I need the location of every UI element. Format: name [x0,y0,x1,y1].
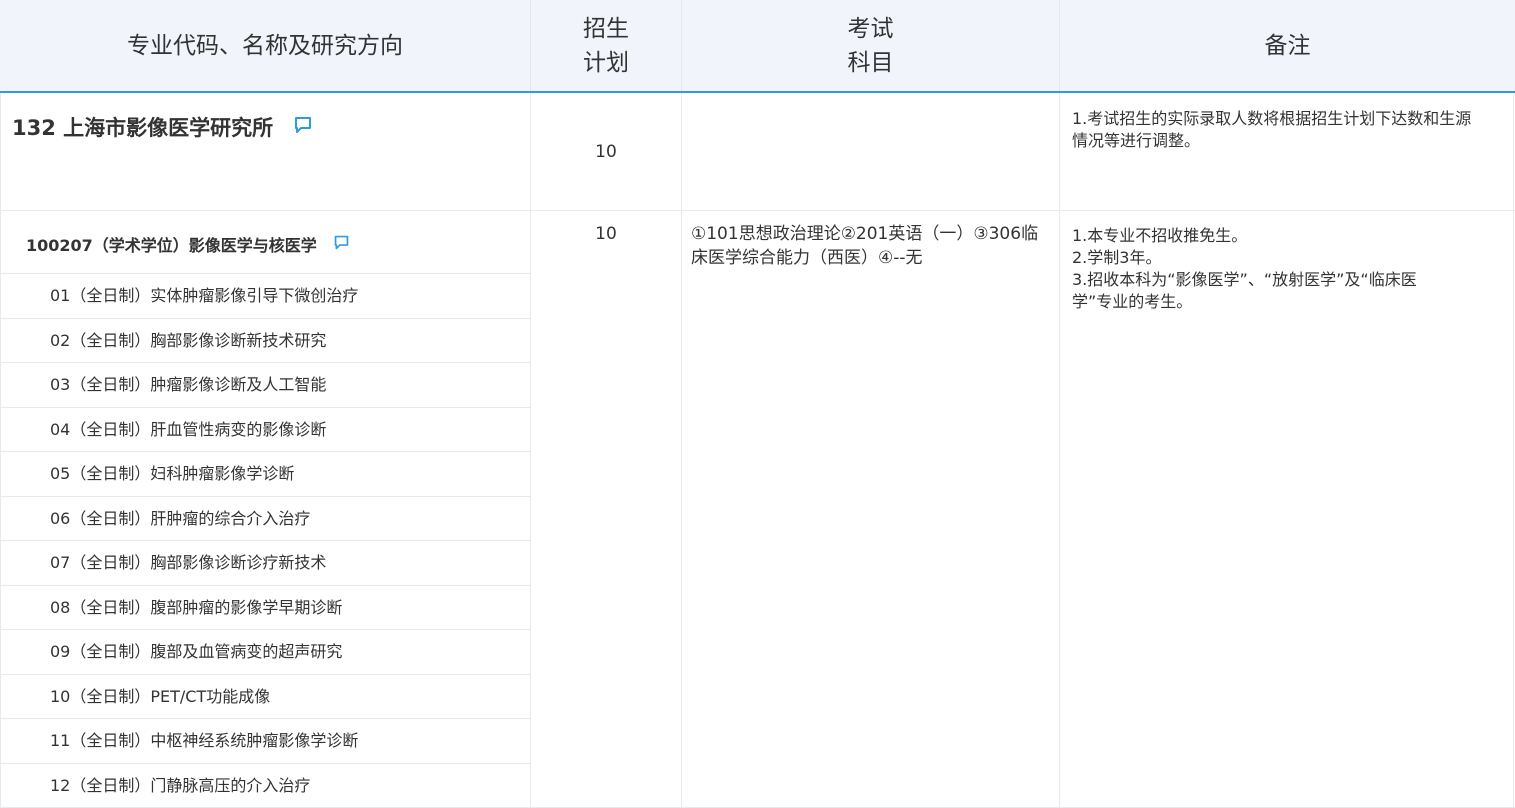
list-item: 03（全日制）肿瘤影像诊断及人工智能 [0,363,531,408]
list-item: 07（全日制）胸部影像诊断诊疗新技术 [0,541,531,586]
list-item: 08（全日制）腹部肿瘤的影像学早期诊断 [0,586,531,631]
list-item: 12（全日制）门静脉高压的介入治疗 [0,764,531,808]
list-item: 05（全日制）妇科肿瘤影像学诊断 [0,452,531,497]
column-divider [1059,93,1060,808]
list-item: 02（全日制）胸部影像诊断新技术研究 [0,319,531,364]
list-item: 06（全日制）肝肿瘤的综合介入治疗 [0,497,531,542]
header-exam: 考试 科目 [682,0,1060,91]
institute-name: 132 上海市影像医学研究所 [12,112,313,142]
major-remarks: 1.本专业不招收推免生。 2.学制3年。 3.招收本科为“影像医学”、“放射医学… [1072,225,1502,313]
direction-list: 01（全日制）实体肿瘤影像引导下微创治疗 02（全日制）胸部影像诊断新技术研究 … [0,274,531,808]
institute-remarks: 1.考试招生的实际录取人数将根据招生计划下达数和生源 情况等进行调整。 [1072,108,1502,152]
comment-icon[interactable] [333,234,350,255]
row-divider [0,210,1515,211]
header-major: 专业代码、名称及研究方向 [0,0,531,91]
list-item: 10（全日制）PET/CT功能成像 [0,675,531,720]
major-name: 100207（学术学位）影像医学与核医学 [26,232,350,256]
admission-table: 专业代码、名称及研究方向 招生 计划 考试 科目 备注 132 上海市影像医学研… [0,0,1515,808]
list-item: 09（全日制）腹部及血管病变的超声研究 [0,630,531,675]
list-item: 11（全日制）中枢神经系统肿瘤影像学诊断 [0,719,531,764]
list-item: 04（全日制）肝血管性病变的影像诊断 [0,408,531,453]
list-item: 01（全日制）实体肿瘤影像引导下微创治疗 [0,274,531,319]
comment-icon[interactable] [293,115,313,140]
exam-subjects: ①101思想政治理论②201英语（一）③306临 床医学综合能力（西医）④--无 [691,222,1047,270]
column-divider [1513,93,1514,808]
institute-plan: 10 [531,142,681,162]
major-plan: 10 [531,224,681,244]
header-remark: 备注 [1060,0,1515,91]
column-divider [681,93,682,808]
header-plan: 招生 计划 [531,0,682,91]
table-header: 专业代码、名称及研究方向 招生 计划 考试 科目 备注 [0,0,1515,93]
